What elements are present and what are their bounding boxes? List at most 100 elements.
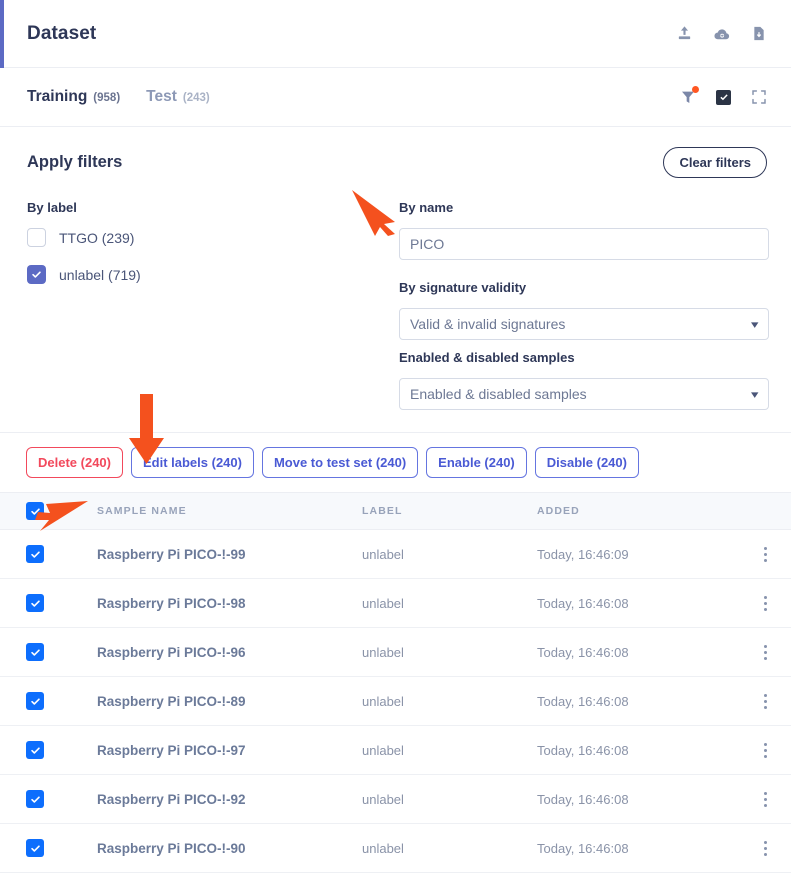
row-menu-icon[interactable] (763, 791, 767, 807)
filter-option-unlabel[interactable]: unlabel (719) (27, 265, 399, 284)
tab-test[interactable]: Test (243) (146, 88, 210, 106)
chevron-down-icon: ▾ (751, 318, 759, 331)
edit-labels-button[interactable]: Edit labels (240) (130, 447, 254, 478)
tab-test-label: Test (146, 88, 177, 105)
row-menu-icon[interactable] (763, 595, 767, 611)
row-menu-icon[interactable] (763, 840, 767, 856)
row-menu-icon[interactable] (763, 644, 767, 660)
cell-label: unlabel (362, 791, 404, 807)
cloud-upload-icon[interactable] (713, 25, 731, 43)
filters-title: Apply filters (27, 153, 123, 171)
filters-right-column: By name PICO By signature validity Valid… (399, 200, 769, 410)
row-checkbox[interactable] (26, 692, 44, 710)
by-signature-value: Valid & invalid signatures (410, 316, 566, 332)
table-row[interactable]: Raspberry Pi PICO-!-89 unlabel Today, 16… (0, 677, 791, 726)
file-download-icon[interactable] (751, 25, 767, 42)
by-name-input[interactable]: PICO (399, 228, 769, 260)
tab-test-count: (243) (182, 92, 210, 104)
filters-grid: By label TTGO (239) unlabel (719) By nam… (27, 200, 769, 410)
cell-added: Today, 16:46:08 (537, 742, 629, 758)
table-header: SAMPLE NAME LABEL ADDED (0, 492, 791, 530)
cell-added: Today, 16:46:08 (537, 595, 629, 611)
table-row[interactable]: Raspberry Pi PICO-!-90 unlabel Today, 16… (0, 824, 791, 873)
filters-left-column: By label TTGO (239) unlabel (719) (27, 200, 399, 410)
tab-bar-icon-group (680, 86, 767, 105)
row-menu-icon[interactable] (763, 693, 767, 709)
cell-sample-name[interactable]: Raspberry Pi PICO-!-99 (97, 547, 362, 562)
cell-sample-name[interactable]: Raspberry Pi PICO-!-89 (97, 694, 362, 709)
by-signature-title: By signature validity (399, 280, 527, 295)
unlabel-label: unlabel (719) (59, 266, 141, 283)
filter-active-badge (692, 86, 699, 93)
tab-bar: Training (958) Test (243) (0, 68, 791, 127)
table-row[interactable]: Raspberry Pi PICO-!-96 unlabel Today, 16… (0, 628, 791, 677)
filter-option-ttgo[interactable]: TTGO (239) (27, 228, 399, 247)
by-enabled-title: Enabled & disabled samples (399, 350, 575, 365)
tab-list: Training (958) Test (243) (27, 88, 210, 106)
bulk-actions-bar: Delete (240) Edit labels (240) Move to t… (0, 433, 791, 492)
by-signature-select[interactable]: Valid & invalid signatures ▾ (399, 308, 769, 340)
ttgo-label: TTGO (239) (59, 229, 135, 246)
filter-icon[interactable] (680, 86, 699, 105)
header-icon-group (676, 25, 767, 43)
select-all-rows-checkbox[interactable] (26, 502, 44, 520)
delete-button[interactable]: Delete (240) (26, 447, 123, 478)
row-checkbox[interactable] (26, 643, 44, 661)
cell-label: unlabel (362, 742, 404, 758)
filters-panel: Apply filters Clear filters By label TTG… (0, 127, 791, 433)
by-enabled-value: Enabled & disabled samples (410, 386, 587, 402)
column-header-added: ADDED (537, 505, 580, 517)
chevron-down-icon: ▾ (751, 388, 759, 401)
cell-label: unlabel (362, 644, 404, 660)
disable-button[interactable]: Disable (240) (534, 447, 639, 478)
by-label-title: By label (27, 200, 77, 215)
row-menu-icon[interactable] (763, 546, 767, 562)
table-row[interactable]: Raspberry Pi PICO-!-92 unlabel Today, 16… (0, 775, 791, 824)
unlabel-checkbox[interactable] (27, 265, 46, 284)
table-row[interactable]: Raspberry Pi PICO-!-99 unlabel Today, 16… (0, 530, 791, 579)
cell-sample-name[interactable]: Raspberry Pi PICO-!-90 (97, 841, 362, 856)
column-header-sample-name: SAMPLE NAME (97, 505, 187, 517)
by-name-title: By name (399, 200, 454, 215)
row-checkbox[interactable] (26, 594, 44, 612)
cell-label: unlabel (362, 595, 404, 611)
cell-added: Today, 16:46:08 (537, 644, 629, 660)
cell-sample-name[interactable]: Raspberry Pi PICO-!-98 (97, 596, 362, 611)
by-enabled-select[interactable]: Enabled & disabled samples ▾ (399, 378, 769, 410)
row-checkbox[interactable] (26, 839, 44, 857)
cell-added: Today, 16:46:09 (537, 546, 629, 562)
cell-sample-name[interactable]: Raspberry Pi PICO-!-96 (97, 645, 362, 660)
filters-header: Apply filters Clear filters (27, 147, 767, 178)
row-checkbox[interactable] (26, 741, 44, 759)
tab-training-count: (958) (93, 92, 121, 104)
upload-icon[interactable] (676, 25, 693, 42)
cell-added: Today, 16:46:08 (537, 791, 629, 807)
row-menu-icon[interactable] (763, 742, 767, 758)
enable-button[interactable]: Enable (240) (426, 447, 527, 478)
row-checkbox[interactable] (26, 545, 44, 563)
column-header-label: LABEL (362, 505, 403, 517)
row-checkbox[interactable] (26, 790, 44, 808)
table-body: Raspberry Pi PICO-!-99 unlabel Today, 16… (0, 530, 791, 873)
cell-added: Today, 16:46:08 (537, 840, 629, 856)
page-header: Dataset (0, 0, 791, 68)
tab-training-label: Training (27, 88, 88, 105)
cell-label: unlabel (362, 693, 404, 709)
select-all-checkbox-icon[interactable] (716, 89, 731, 105)
cell-added: Today, 16:46:08 (537, 693, 629, 709)
cell-sample-name[interactable]: Raspberry Pi PICO-!-92 (97, 792, 362, 807)
fullscreen-icon[interactable] (751, 89, 767, 105)
dataset-page: Dataset Training (958) Test (243) Apply … (0, 0, 791, 886)
page-title: Dataset (27, 22, 97, 44)
accent-bar (0, 0, 4, 68)
move-to-test-set-button[interactable]: Move to test set (240) (261, 447, 419, 478)
table-row[interactable]: Raspberry Pi PICO-!-98 unlabel Today, 16… (0, 579, 791, 628)
table-row[interactable]: Raspberry Pi PICO-!-97 unlabel Today, 16… (0, 726, 791, 775)
clear-filters-button[interactable]: Clear filters (663, 147, 767, 178)
ttgo-checkbox[interactable] (27, 228, 46, 247)
cell-sample-name[interactable]: Raspberry Pi PICO-!-97 (97, 743, 362, 758)
cell-label: unlabel (362, 840, 404, 856)
cell-label: unlabel (362, 546, 404, 562)
select-all-cell (26, 502, 97, 520)
tab-training[interactable]: Training (958) (27, 88, 120, 106)
